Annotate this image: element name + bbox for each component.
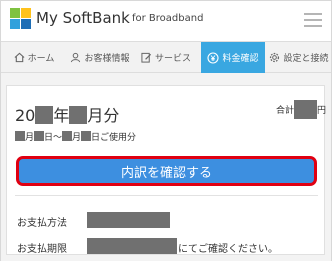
redacted-payment-method bbox=[87, 212, 170, 228]
redacted-usage-month-end bbox=[62, 131, 73, 141]
yen-coin-icon bbox=[207, 51, 220, 64]
redacted-month bbox=[69, 106, 88, 124]
payment-method-label: お支払方法 bbox=[17, 218, 67, 229]
payment-deadline-label: お支払期限 bbox=[17, 244, 67, 255]
billing-period-title: 20 年月分 bbox=[15, 102, 119, 126]
tab-customer-info-label: お客様情報 bbox=[84, 54, 130, 64]
brand-subtitle: for Broadband bbox=[132, 13, 204, 24]
tab-settings[interactable]: 設定と接続 bbox=[267, 42, 331, 73]
redacted-usage-month-start bbox=[15, 131, 25, 141]
tab-services[interactable]: サービス bbox=[136, 42, 196, 73]
payment-deadline-note: にてご確認ください。 bbox=[178, 244, 278, 255]
tab-billing-label: 料金確認 bbox=[222, 54, 259, 64]
tab-billing[interactable]: 料金確認 bbox=[201, 42, 265, 79]
redacted-usage-day-end bbox=[81, 131, 92, 141]
redacted-year bbox=[35, 106, 54, 124]
person-icon bbox=[71, 52, 81, 63]
billing-total: 合計 円 bbox=[276, 100, 326, 119]
tab-customer-info[interactable]: お客様情報 bbox=[67, 42, 133, 73]
total-label: 合計 bbox=[276, 106, 295, 116]
home-icon bbox=[14, 52, 25, 63]
tab-services-label: サービス bbox=[154, 54, 191, 64]
edit-icon bbox=[141, 52, 152, 63]
tab-home-label: ホーム bbox=[27, 54, 55, 64]
year-prefix: 20 bbox=[15, 106, 36, 125]
header: My SoftBank for Broadband bbox=[1, 1, 331, 41]
redacted-payment-deadline bbox=[87, 238, 177, 254]
main-content: 20 年月分 合計円 月日～月日ご使用分 内訳を確認する お支払方法 お支払期限 … bbox=[1, 73, 331, 261]
tab-settings-label: 設定と接続 bbox=[283, 54, 329, 64]
gear-icon bbox=[270, 52, 280, 63]
year-suffix: 年 bbox=[53, 106, 70, 125]
usage-day-end-suffix: 日ご使用分 bbox=[91, 133, 137, 143]
total-unit: 円 bbox=[317, 106, 327, 116]
tab-home[interactable]: ホーム bbox=[5, 42, 63, 73]
view-breakdown-button[interactable]: 内訳を確認する bbox=[16, 156, 317, 186]
hamburger-menu-icon[interactable] bbox=[304, 13, 322, 27]
redacted-usage-day-start bbox=[34, 131, 45, 141]
brand-name: My SoftBank bbox=[36, 9, 130, 27]
usage-period: 月日～月日ご使用分 bbox=[15, 130, 136, 143]
main-nav: ホーム お客様情報 サービス 料金確認 設定と接続 bbox=[1, 41, 331, 79]
usage-day-start-suffix: 日～ bbox=[44, 133, 63, 143]
softbank-logo-icon bbox=[10, 8, 31, 29]
divider bbox=[15, 195, 318, 196]
redacted-total-amount bbox=[294, 100, 318, 119]
month-suffix: 月分 bbox=[87, 106, 120, 125]
usage-month-start-suffix: 月 bbox=[25, 133, 35, 143]
billing-card: 20 年月分 合計円 月日～月日ご使用分 内訳を確認する お支払方法 お支払期限 … bbox=[6, 85, 326, 255]
app-frame: My SoftBank for Broadband ホーム お客様情報 サービス… bbox=[0, 0, 332, 261]
usage-month-end-suffix: 月 bbox=[72, 133, 82, 143]
